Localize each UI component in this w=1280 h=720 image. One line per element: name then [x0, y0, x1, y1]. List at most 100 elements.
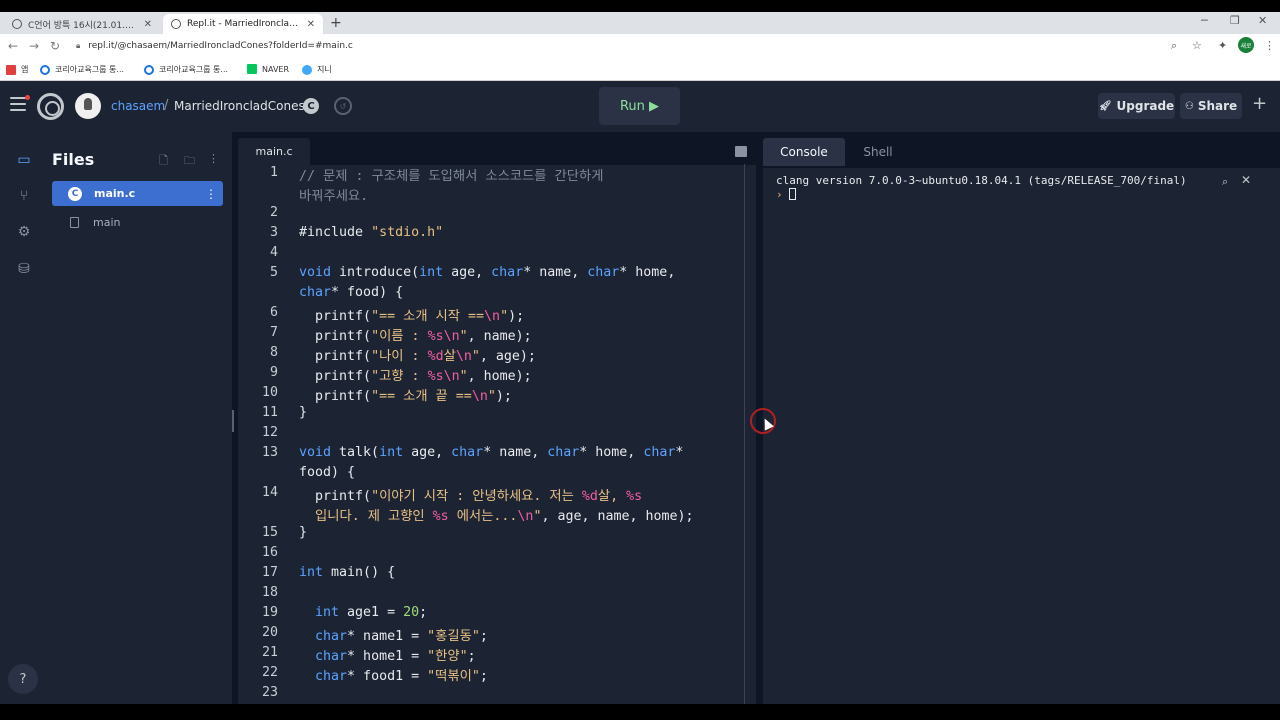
code-token: int — [419, 265, 444, 280]
tab-console[interactable]: Console — [763, 138, 845, 166]
browser-tabstrip: C언어 방특 16시(21.01.06 ~) Liv ✕ Repl.it - M… — [0, 12, 1280, 34]
code-token: printf( — [299, 309, 372, 324]
new-repl-icon[interactable]: + — [1252, 93, 1267, 114]
new-tab-icon[interactable]: + — [330, 15, 342, 31]
console-cursor[interactable] — [789, 188, 796, 200]
tab-favicon-icon — [171, 19, 181, 29]
bookmark-naver[interactable]: NAVER — [247, 64, 289, 74]
genie-icon — [302, 64, 312, 75]
line-number: 12 — [261, 425, 278, 440]
code-token: ; — [479, 669, 488, 684]
code-token: %s\n — [427, 369, 460, 384]
search-icon[interactable]: ⌕ — [1222, 175, 1228, 189]
pane-resize-handle[interactable] — [232, 410, 234, 432]
files-panel: Files 🗋︎ 🗀︎ ⋮ C main.c ⋮ main — [48, 132, 232, 704]
code-token: char — [451, 445, 484, 460]
code-token: char — [299, 649, 348, 664]
new-file-icon[interactable]: 🗋︎ — [159, 152, 168, 171]
line-number: 14 — [261, 485, 278, 500]
settings-icon[interactable]: ⚙ — [14, 222, 34, 242]
line-number: 13 — [261, 445, 278, 460]
code-token: void — [299, 265, 332, 280]
code-line: } — [299, 405, 307, 420]
code-token: char — [299, 669, 348, 684]
restore-icon[interactable]: ❐ — [1230, 14, 1240, 27]
code-token: 입니다. 제 고향인 — [299, 509, 433, 524]
upgrade-button[interactable]: 🚀︎ Upgrade — [1098, 93, 1175, 119]
browser-tab-label: C언어 방특 16시(21.01.06 ~) Liv — [28, 20, 140, 31]
code-token: } — [299, 405, 308, 420]
code-area[interactable]: 1 2 3 4 5 6 7 8 9 10 11 12 13 14 15 16 1… — [238, 165, 756, 704]
database-icon[interactable]: ⛁ — [14, 259, 34, 279]
file-item-main-c[interactable]: C main.c ⋮ — [52, 181, 223, 206]
zoom-icon[interactable]: ⌕ — [1171, 39, 1177, 53]
replit-header: chasaem / MarriedIroncladCones C ↺ Run ▶… — [0, 81, 1280, 132]
file-item-main[interactable]: main — [52, 210, 223, 234]
version-control-icon[interactable]: ⑂ — [14, 186, 34, 206]
profile-avatar[interactable]: 새로 — [1238, 37, 1254, 53]
history-icon[interactable]: ↺ — [334, 97, 352, 115]
forward-icon[interactable]: → — [29, 39, 39, 53]
console-prompt: › — [776, 188, 783, 201]
help-icon[interactable]: ? — [8, 664, 38, 694]
code-token: 에서는... — [448, 509, 518, 524]
bookmark-apps[interactable]: 앱 — [6, 64, 28, 75]
more-icon[interactable]: ⋮ — [1264, 39, 1275, 52]
address-row: ← → ↻ 🔒︎ repl.it/@chasaem/MarriedIroncla… — [0, 34, 1280, 58]
reload-icon[interactable]: ↻ — [50, 39, 60, 53]
code-token: %d — [427, 349, 444, 364]
replit-logo-icon[interactable] — [37, 93, 64, 120]
code-line: char* food1 = "떡볶이"; — [299, 665, 488, 684]
run-button[interactable]: Run ▶ — [599, 87, 680, 125]
extensions-icon[interactable]: ✦ — [1218, 39, 1227, 52]
code-token: ); — [508, 309, 525, 324]
address-bar[interactable]: 🔒︎ repl.it/@chasaem/MarriedIroncladCones… — [66, 37, 1186, 55]
more-options-icon[interactable]: ⋮ — [208, 152, 219, 165]
editor-layout-icon[interactable] — [735, 146, 747, 157]
code-token: age, — [403, 445, 452, 460]
add-person-icon: ⚇ — [1184, 100, 1194, 112]
code-token: char — [491, 265, 524, 280]
code-line: char* food) { — [299, 285, 403, 300]
files-icon[interactable]: ▭ — [14, 150, 34, 170]
bookmark-item[interactable]: 코리아교육그룹 통... — [144, 64, 228, 75]
editor-tab-main-c[interactable]: main.c — [238, 138, 310, 165]
username-link[interactable]: chasaem — [111, 99, 165, 113]
bookmark-favicon-icon — [144, 64, 154, 75]
code-token: age1 = — [339, 605, 404, 620]
bookmark-genie[interactable]: 지니 — [302, 64, 332, 75]
close-icon[interactable]: ✕ — [307, 19, 315, 30]
code-token: * food1 = — [347, 669, 428, 684]
code-token: introduce( — [331, 265, 420, 280]
window-close-icon[interactable]: ✕ — [1258, 14, 1267, 27]
back-icon[interactable]: ← — [8, 39, 18, 53]
code-line: } — [299, 525, 307, 540]
minimize-icon[interactable]: ─ — [1201, 14, 1208, 27]
line-number: 7 — [269, 325, 278, 340]
file-menu-icon[interactable]: ⋮ — [205, 187, 217, 201]
console-output: clang version 7.0.0-3~ubuntu0.18.04.1 (t… — [776, 174, 1187, 187]
lock-icon: 🔒︎ — [76, 41, 81, 50]
share-button[interactable]: ⚇ Share — [1180, 93, 1242, 119]
sidebar-iconbar: ▭ ⑂ ⚙ ⛁ ? — [0, 132, 48, 704]
code-token: , home); — [467, 369, 532, 384]
line-number: 18 — [261, 585, 278, 600]
line-number: 1 — [269, 165, 278, 180]
browser-tab-lecture[interactable]: C언어 방특 16시(21.01.06 ~) Liv ✕ — [4, 14, 160, 34]
new-folder-icon[interactable]: 🗀︎ — [184, 152, 195, 171]
code-token: " — [500, 309, 509, 324]
repl-name[interactable]: MarriedIroncladCones — [174, 99, 305, 113]
menu-icon[interactable] — [10, 95, 30, 111]
tab-shell[interactable]: Shell — [845, 138, 911, 166]
user-avatar[interactable] — [75, 93, 101, 119]
workspace: ▭ ⑂ ⚙ ⛁ ? Files 🗋︎ 🗀︎ ⋮ C main.c ⋮ main … — [0, 132, 1280, 704]
star-icon[interactable]: ☆ — [1192, 39, 1202, 52]
browser-tab-replit[interactable]: Repl.it - MarriedIroncladCones ✕ — [163, 14, 323, 34]
clear-console-icon[interactable]: ✕ — [1241, 173, 1251, 187]
editor-scrollbar[interactable] — [744, 164, 745, 704]
line-number: 17 — [261, 565, 278, 580]
bookmark-item[interactable]: 코리아교육그룹 통... — [40, 64, 124, 75]
close-icon[interactable]: ✕ — [144, 19, 152, 30]
code-token: main() { — [323, 565, 396, 580]
code-token: * name, — [483, 445, 548, 460]
